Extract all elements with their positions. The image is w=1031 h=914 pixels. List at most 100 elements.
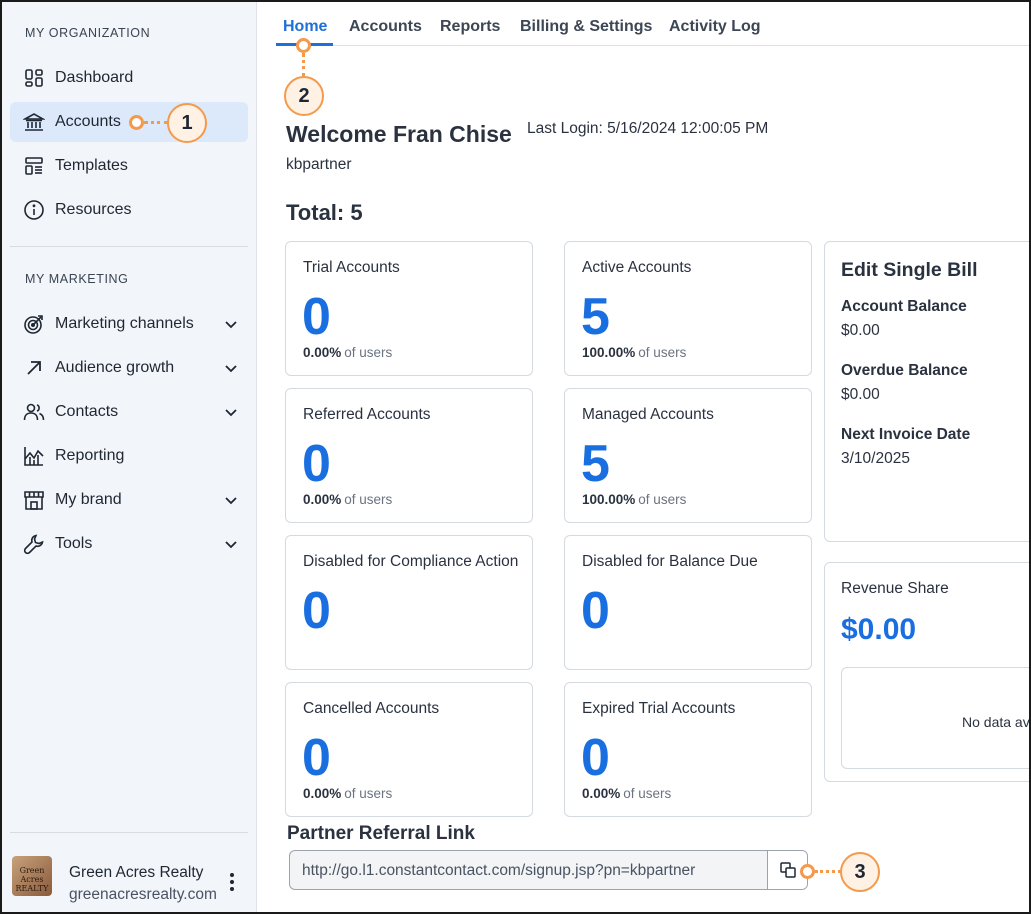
- chevron-down-icon[interactable]: [222, 359, 240, 377]
- account-balance-label: Account Balance: [841, 298, 967, 315]
- chevron-down-icon[interactable]: [222, 403, 240, 421]
- revenue-title: Revenue Share: [841, 580, 949, 597]
- chevron-down-icon[interactable]: [222, 491, 240, 509]
- percent-value: 0.00%: [303, 345, 342, 360]
- sidebar-item-dashboard[interactable]: Dashboard: [10, 58, 248, 98]
- sidebar-item-label: My brand: [55, 491, 122, 508]
- overdue-balance-label: Overdue Balance: [841, 362, 968, 379]
- arrow-up-right-icon: [23, 357, 45, 379]
- referral-link-field[interactable]: http://go.l1.constantcontact.com/signup.…: [289, 850, 808, 890]
- chevron-down-icon[interactable]: [222, 315, 240, 333]
- sidebar-item-tools[interactable]: Tools: [10, 524, 248, 564]
- card-value: 0: [302, 729, 331, 787]
- billing-card: Edit Single Bill Account Balance $0.00 O…: [824, 241, 1031, 542]
- tab-accounts[interactable]: Accounts: [349, 18, 422, 36]
- org-name: Green Acres Realty: [69, 864, 204, 881]
- copy-icon: [779, 862, 796, 878]
- percent-suffix: of users: [344, 345, 393, 360]
- chart-icon: [23, 445, 45, 467]
- card-title: Managed Accounts: [582, 406, 714, 423]
- card-percent: 0.00% of users: [303, 345, 392, 360]
- tab-home[interactable]: Home: [283, 18, 327, 36]
- card-percent: 100.00% of users: [582, 345, 686, 360]
- percent-suffix: of users: [344, 786, 393, 801]
- sidebar-item-label: Accounts: [55, 113, 121, 130]
- welcome-heading: Welcome Fran Chise: [286, 121, 512, 147]
- account-balance-value: $0.00: [841, 322, 880, 339]
- callout-anchor-dot: [296, 38, 311, 53]
- card-expired-trial-accounts[interactable]: Expired Trial Accounts 0 0.00% of users: [564, 682, 812, 817]
- chevron-down-icon[interactable]: [222, 535, 240, 553]
- referral-label: Partner Referral Link: [287, 823, 475, 844]
- sidebar-item-contacts[interactable]: Contacts: [10, 392, 248, 432]
- tab-reports[interactable]: Reports: [440, 18, 500, 36]
- card-value: 5: [581, 288, 610, 346]
- kebab-menu-icon[interactable]: [224, 870, 240, 894]
- card-title: Disabled for Compliance Action: [303, 553, 519, 570]
- tab-activity-log[interactable]: Activity Log: [669, 18, 761, 36]
- templates-icon: [23, 155, 45, 177]
- sidebar-item-label: Tools: [55, 535, 93, 552]
- revenue-chart-empty: No data available: [841, 667, 1031, 769]
- card-active-accounts[interactable]: Active Accounts 5 100.00% of users: [564, 241, 812, 376]
- card-disabled-compliance[interactable]: Disabled for Compliance Action 0: [285, 535, 533, 670]
- sidebar-item-audience-growth[interactable]: Audience growth: [10, 348, 248, 388]
- tab-billing-settings[interactable]: Billing & Settings: [520, 18, 652, 36]
- target-icon: [23, 313, 45, 335]
- info-icon: [23, 199, 45, 221]
- sidebar-item-label: Dashboard: [55, 69, 134, 86]
- card-managed-accounts[interactable]: Managed Accounts 5 100.00% of users: [564, 388, 812, 523]
- sidebar-item-templates[interactable]: Templates: [10, 146, 248, 186]
- contacts-icon: [23, 401, 45, 423]
- percent-value: 100.00%: [582, 345, 636, 360]
- card-trial-accounts[interactable]: Trial Accounts 0 0.00% of users: [285, 241, 533, 376]
- card-referred-accounts[interactable]: Referred Accounts 0 0.00% of users: [285, 388, 533, 523]
- account-switcher[interactable]: Green Acres REALTY Green Acres Realty gr…: [10, 850, 248, 910]
- card-value: 0: [581, 582, 610, 640]
- percent-value: 0.00%: [582, 786, 621, 801]
- card-cancelled-accounts[interactable]: Cancelled Accounts 0 0.00% of users: [285, 682, 533, 817]
- sidebar-item-label: Contacts: [55, 403, 119, 420]
- sidebar-item-marketing-channels[interactable]: Marketing channels: [10, 304, 248, 344]
- sidebar-item-label: Templates: [55, 157, 128, 174]
- percent-value: 100.00%: [582, 492, 636, 507]
- percent-suffix: of users: [638, 492, 687, 507]
- callout-connector: [815, 870, 841, 873]
- card-value: 0: [302, 435, 331, 493]
- card-title: Expired Trial Accounts: [582, 700, 736, 717]
- sidebar-item-reporting[interactable]: Reporting: [10, 436, 248, 476]
- last-login: Last Login: 5/16/2024 12:00:05 PM: [527, 120, 769, 137]
- callout-2: 2: [284, 76, 324, 116]
- card-title: Cancelled Accounts: [303, 700, 440, 717]
- callout-connector: [302, 53, 305, 77]
- next-invoice-label: Next Invoice Date: [841, 426, 971, 443]
- org-logo: Green Acres REALTY: [12, 856, 52, 896]
- org-site: greenacresrealty.com: [69, 886, 217, 903]
- sidebar-item-label: Audience growth: [55, 359, 175, 376]
- dashboard-icon: [23, 67, 45, 89]
- tabs-divider: [276, 45, 1031, 46]
- bank-icon: [23, 111, 45, 133]
- card-value: 5: [581, 435, 610, 493]
- billing-title[interactable]: Edit Single Bill: [841, 259, 978, 282]
- card-disabled-balance-due[interactable]: Disabled for Balance Due 0: [564, 535, 812, 670]
- wrench-icon: [23, 533, 45, 555]
- total-accounts: Total: 5: [286, 200, 363, 225]
- card-value: 0: [581, 729, 610, 787]
- callout-3: 3: [840, 852, 880, 892]
- card-value: 0: [302, 582, 331, 640]
- referral-url[interactable]: http://go.l1.constantcontact.com/signup.…: [302, 862, 695, 880]
- card-title: Referred Accounts: [303, 406, 431, 423]
- storefront-icon: [23, 489, 45, 511]
- logo-text: Green Acres REALTY: [15, 866, 49, 893]
- sidebar: MY ORGANIZATION Dashboard Accounts Templ…: [2, 2, 257, 912]
- percent-value: 0.00%: [303, 786, 342, 801]
- sidebar-item-resources[interactable]: Resources: [10, 190, 248, 230]
- org-section-label: MY ORGANIZATION: [25, 26, 151, 40]
- percent-suffix: of users: [344, 492, 393, 507]
- sidebar-item-label: Reporting: [55, 447, 125, 464]
- sidebar-item-label: Marketing channels: [55, 315, 194, 332]
- callout-anchor-dot: [129, 115, 144, 130]
- card-percent: 0.00% of users: [303, 492, 392, 507]
- sidebar-item-my-brand[interactable]: My brand: [10, 480, 248, 520]
